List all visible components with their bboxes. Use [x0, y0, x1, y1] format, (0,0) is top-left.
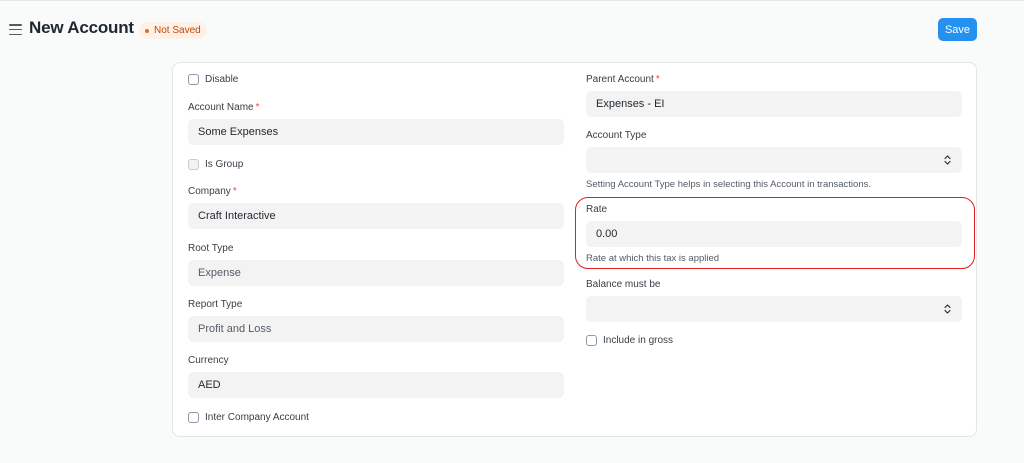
parent-account-input[interactable]: Expenses - EI — [586, 91, 962, 117]
inter-company-label: Inter Company Account — [205, 411, 309, 423]
account-name-field: Account Name * Some Expenses — [188, 102, 564, 145]
parent-account-field: Parent Account * Expenses - EI — [586, 74, 962, 117]
account-name-input[interactable]: Some Expenses — [188, 119, 564, 145]
status-badge-label: Not Saved — [154, 25, 201, 36]
is-group-checkbox-row[interactable]: Is Group — [188, 157, 243, 171]
select-arrows-icon — [944, 155, 951, 165]
parent-account-label: Parent Account * — [586, 74, 660, 85]
currency-label: Currency — [188, 355, 229, 366]
select-arrows-icon — [944, 304, 951, 314]
company-field: Company * Craft Interactive — [188, 186, 564, 229]
disable-checkbox[interactable] — [188, 73, 199, 85]
disable-checkbox-row[interactable]: Disable — [188, 72, 238, 86]
currency-field: Currency AED — [188, 355, 564, 398]
save-button[interactable]: Save — [938, 18, 977, 41]
currency-input[interactable]: AED — [188, 372, 564, 398]
balance-must-be-select[interactable] — [586, 296, 962, 322]
include-in-gross-label: Include in gross — [603, 334, 674, 346]
report-type-label: Report Type — [188, 299, 243, 310]
account-type-field: Account Type Setting Account Type helps … — [586, 130, 962, 190]
inter-company-checkbox-row[interactable]: Inter Company Account — [188, 410, 309, 424]
status-dot-icon — [145, 28, 149, 33]
root-type-label: Root Type — [188, 243, 234, 254]
account-type-select[interactable] — [586, 147, 962, 173]
root-type-value: Expense — [188, 260, 564, 286]
is-group-label: Is Group — [205, 158, 244, 170]
page-header: New Account Not Saved Save — [0, 1, 1024, 57]
page-title: New Account — [29, 18, 134, 37]
include-in-gross-checkbox[interactable] — [586, 334, 597, 346]
rate-highlight-annotation — [575, 197, 975, 269]
status-badge: Not Saved — [139, 22, 207, 39]
balance-must-be-field: Balance must be — [586, 279, 962, 322]
account-type-help: Setting Account Type helps in selecting … — [586, 179, 871, 190]
hamburger-menu-icon[interactable] — [9, 24, 22, 35]
account-type-label: Account Type — [586, 130, 647, 141]
balance-must-be-label: Balance must be — [586, 279, 661, 290]
disable-label: Disable — [205, 73, 239, 85]
company-label: Company * — [188, 186, 237, 197]
report-type-value: Profit and Loss — [188, 316, 564, 342]
inter-company-checkbox[interactable] — [188, 411, 199, 423]
account-name-label: Account Name * — [188, 102, 260, 113]
company-input[interactable]: Craft Interactive — [188, 203, 564, 229]
root-type-field: Root Type Expense — [188, 243, 564, 286]
include-in-gross-checkbox-row[interactable]: Include in gross — [586, 333, 673, 347]
report-type-field: Report Type Profit and Loss — [188, 299, 564, 342]
is-group-checkbox[interactable] — [188, 158, 199, 170]
